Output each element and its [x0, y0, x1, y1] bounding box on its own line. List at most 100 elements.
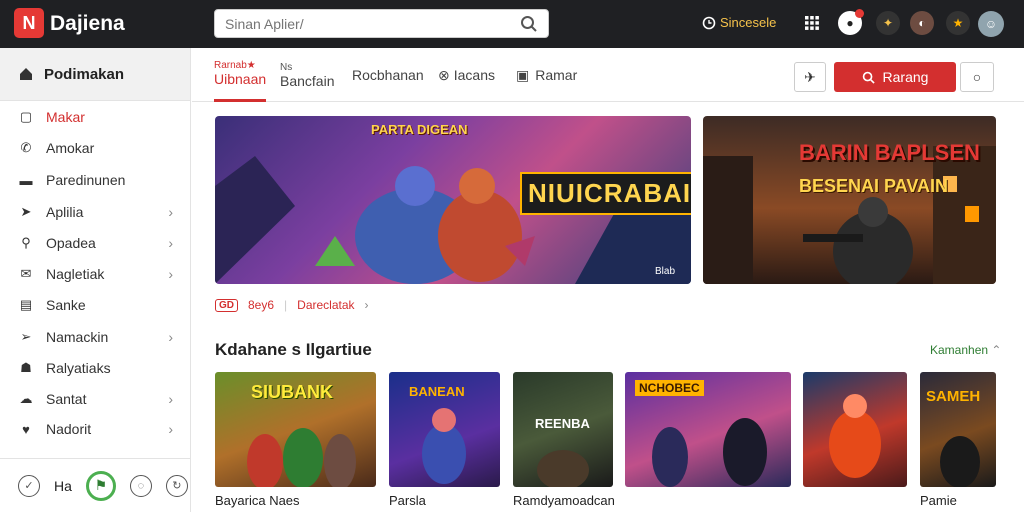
chevron-right-icon: ›	[364, 298, 369, 312]
game-card-6-title[interactable]: Pamie	[920, 493, 957, 508]
sidebar-item-nadorit[interactable]: ♥ Nadorit ›	[0, 415, 191, 443]
tab-bancfain[interactable]: Ns Bancfain	[280, 48, 334, 102]
promo-tag: GD	[215, 298, 238, 312]
sidebar-item-ralyatiaks[interactable]: ☗ Ralyatiaks	[0, 354, 191, 382]
tab-iacans[interactable]: ⊗ Iacans	[438, 48, 495, 102]
notification-icon[interactable]: ●	[838, 9, 864, 35]
people-icon: ☗	[20, 360, 32, 375]
check-circle-icon[interactable]: ✓	[18, 474, 40, 497]
tab-link-icon: ⊗	[438, 66, 450, 83]
game-card-3-title[interactable]: Ramdyamoadcan	[513, 493, 615, 508]
sidebar-item-amokar[interactable]: ✆ Amokar	[0, 134, 191, 162]
sidebar-heading[interactable]: Podimakan	[0, 48, 190, 101]
home-icon	[20, 68, 32, 80]
tab-uibnaan[interactable]: Rarnab★ Uibnaan	[214, 48, 267, 102]
tab-label: Iacans	[453, 67, 495, 83]
banner-2-title-top: BARIN BAPLSEN	[799, 140, 980, 165]
banner-badge: Blab	[655, 266, 676, 277]
clock-icon	[702, 16, 716, 29]
featured-banner-1[interactable]: PARTA DIGEAN NIUICRABAI Blab	[215, 116, 691, 284]
monitor-icon: ▬	[19, 172, 33, 188]
sidebar-footer: ✓ Ha ⚑ ◌ ↻	[0, 458, 191, 512]
chevron-up-icon: ⌃	[991, 343, 1002, 357]
sidebar-item-label: Santat	[46, 391, 87, 407]
refresh-icon[interactable]: ↻	[165, 474, 188, 497]
game-card-1[interactable]: SIUBANK	[215, 372, 376, 487]
paper-plane-icon: ➤	[20, 204, 32, 219]
tab-ramar[interactable]: ▣ Ramar	[516, 48, 577, 102]
top-link-label: Sincesele	[720, 15, 777, 30]
app-title: Dajiena	[50, 12, 125, 35]
sidebar-heading-label: Podimakan	[44, 65, 125, 83]
sidebar-item-aplilia[interactable]: ➤ Aplilia ›	[0, 198, 191, 226]
top-bar: N Dajiena Sincesele ● ✦ ◐ ★ ☺	[0, 0, 1024, 48]
promo-row: GD 8ey6 | Dareclatak ›	[215, 298, 369, 312]
tab-rocbhanan[interactable]: Rocbhanan	[352, 48, 424, 102]
sidebar-item-label: Opadea	[46, 235, 96, 251]
sidebar-item-label: Paredinunen	[46, 172, 126, 188]
featured-banner-2[interactable]: BARIN BAPLSEN BESENAI PAVAIN	[703, 116, 996, 284]
flag-icon[interactable]: ⚑	[85, 470, 116, 501]
promo-tag-text: 8ey6	[248, 298, 275, 312]
settings-button[interactable]: ○	[960, 62, 994, 92]
banner-2-title: BESENAI PAVAIN	[799, 176, 949, 196]
phone-icon: ✆	[20, 140, 32, 155]
trophy-icon[interactable]: ✦	[876, 11, 900, 35]
game-card-1-title[interactable]: Bayarica Naes	[215, 493, 300, 508]
chat-icon[interactable]: ◌	[129, 474, 152, 497]
sidebar-item-label: Makar	[46, 109, 85, 125]
sidebar-item-opadea[interactable]: ⚲ Opadea ›	[0, 229, 191, 257]
section-title: Kdahane s Ilgartiue	[215, 340, 372, 359]
game-card-2[interactable]: BANEAN	[389, 372, 500, 487]
app-logo[interactable]: N	[14, 8, 44, 38]
game-card-2-title[interactable]: Parsla	[389, 493, 426, 508]
game-card-3[interactable]: REENBA	[513, 372, 613, 487]
grid-icon[interactable]	[800, 11, 824, 35]
tab-label: Uibnaan	[214, 71, 267, 87]
sidebar-item-nagletiak[interactable]: ✉ Nagletiak ›	[0, 260, 191, 288]
pin-button[interactable]: ✈	[794, 62, 826, 92]
sidebar-item-label: Sanke	[46, 297, 86, 313]
user-avatar[interactable]: ☺	[978, 11, 1004, 37]
sidebar-item-label: Amokar	[46, 140, 95, 156]
tab-gift-icon: ▣	[516, 66, 530, 83]
chevron-right-icon: ›	[168, 266, 173, 282]
sidebar-item-label: Namackin	[46, 329, 109, 345]
banner-title: NIUICRABAI	[520, 172, 691, 215]
tab-label: Bancfain	[280, 72, 335, 89]
friend-avatar-icon[interactable]: ◐	[910, 11, 934, 35]
search-icon[interactable]	[520, 15, 538, 33]
heart-icon: ♥	[22, 421, 30, 437]
logo-letter: N	[22, 12, 36, 33]
circle-icon: ○	[972, 69, 982, 85]
game-card-4[interactable]: NCHOBEC	[625, 372, 791, 487]
sidebar-item-santat[interactable]: ☁ Santat ›	[0, 385, 191, 413]
chevron-right-icon: ›	[168, 391, 173, 407]
promo-link[interactable]: Dareclatak	[297, 298, 354, 312]
document-icon: ▤	[19, 297, 33, 312]
primary-action-button[interactable]: Rarang	[834, 62, 956, 92]
sidebar-item-label: Aplilia	[46, 204, 84, 220]
search-box[interactable]	[214, 9, 549, 38]
chevron-right-icon: ›	[168, 421, 173, 437]
primary-action-label: Rarang	[882, 69, 929, 85]
game-card-5[interactable]	[803, 372, 907, 487]
game-card-6[interactable]: SAMEH	[920, 372, 996, 487]
top-link[interactable]: Sincesele	[702, 15, 776, 30]
footer-label: Ha	[54, 477, 72, 494]
chevron-right-icon: ›	[168, 204, 173, 220]
tab-label: Ramar	[535, 67, 578, 83]
sidebar: Podimakan ▢ Makar ✆ Amokar ▬ Paredinunen ➤ A…	[0, 48, 191, 512]
section-more-link[interactable]: Kamanhen ⌃	[930, 343, 1001, 357]
search-icon	[862, 71, 875, 84]
search-icon: ⚲	[21, 235, 31, 250]
chevron-right-icon: ›	[168, 235, 173, 251]
sidebar-item-namackin[interactable]: ➢ Namackin ›	[0, 323, 191, 351]
alert-icon[interactable]: ★	[946, 11, 970, 35]
tab-small-label: Rarnab★	[214, 60, 256, 71]
search-input[interactable]	[225, 14, 515, 34]
sidebar-item-sanke[interactable]: ▤ Sanke	[0, 291, 191, 319]
sidebar-item-makar[interactable]: ▢ Makar	[0, 103, 191, 131]
square-icon: ▢	[19, 109, 33, 124]
sidebar-item-paredinunen[interactable]: ▬ Paredinunen	[0, 166, 191, 194]
